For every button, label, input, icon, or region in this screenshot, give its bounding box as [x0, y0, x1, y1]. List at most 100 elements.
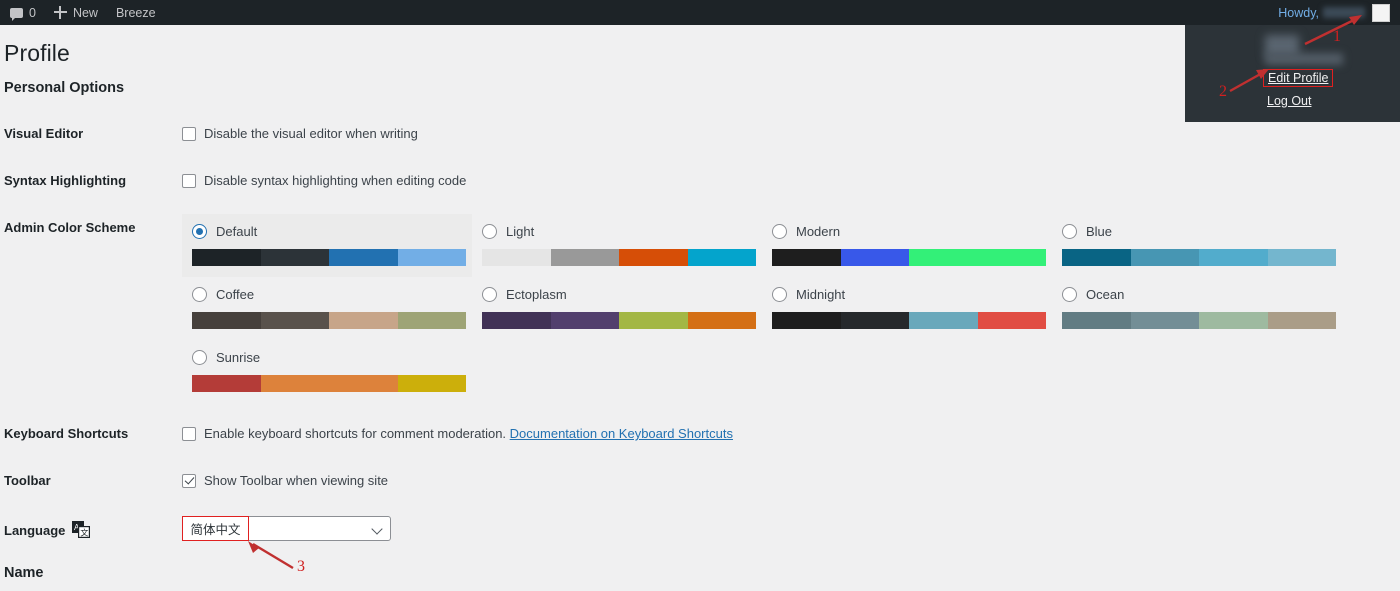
- swatch-color-3: [909, 312, 978, 329]
- color-scheme-swatch: [482, 312, 756, 329]
- color-scheme-swatch: [1062, 312, 1336, 329]
- color-scheme-head: Default: [192, 222, 462, 240]
- menu-username-redacted: [1265, 53, 1343, 65]
- swatch-color-1: [482, 312, 551, 329]
- checkbox-disable-visual-editor[interactable]: [182, 127, 196, 141]
- color-scheme-option-coffee[interactable]: Coffee: [182, 277, 472, 340]
- row-label-language: Language: [4, 522, 66, 538]
- keyboard-shortcuts-checkbox-row[interactable]: Enable keyboard shortcuts for comment mo…: [182, 426, 733, 441]
- row-label-admin-color-scheme: Admin Color Scheme: [4, 220, 136, 235]
- swatch-color-4: [1267, 312, 1336, 329]
- color-scheme-option-ocean[interactable]: Ocean: [1052, 277, 1342, 340]
- swatch-color-1: [772, 249, 841, 266]
- color-scheme-row: Default Light Modern Blue: [182, 214, 1342, 277]
- radio-midnight[interactable]: [772, 286, 787, 302]
- radio-sunrise[interactable]: [192, 349, 207, 365]
- swatch-color-2: [840, 312, 909, 329]
- swatch-color-4: [397, 312, 466, 329]
- language-selected-value-highlight[interactable]: 简体中文: [182, 516, 249, 541]
- color-scheme-option-blue[interactable]: Blue: [1052, 214, 1342, 277]
- toolbar-field: Show Toolbar when viewing site: [182, 473, 388, 488]
- swatch-color-4: [1267, 249, 1336, 266]
- menu-item-log-out[interactable]: Log Out: [1267, 94, 1311, 108]
- row-label-visual-editor: Visual Editor: [4, 126, 84, 141]
- keyboard-shortcuts-text: Enable keyboard shortcuts for comment mo…: [204, 426, 507, 441]
- adminbar-comments[interactable]: 0: [0, 0, 45, 25]
- color-scheme-option-sunrise[interactable]: Sunrise: [182, 340, 472, 403]
- toolbar-checkbox-row[interactable]: Show Toolbar when viewing site: [182, 473, 388, 488]
- radio-blue[interactable]: [1062, 223, 1077, 239]
- color-scheme-option-midnight[interactable]: Midnight: [762, 277, 1052, 340]
- radio-default[interactable]: [192, 223, 207, 239]
- color-scheme-name: Midnight: [796, 286, 846, 302]
- radio-coffee[interactable]: [192, 286, 207, 302]
- syntax-highlighting-checkbox-row[interactable]: Disable syntax highlighting when editing…: [182, 173, 466, 188]
- swatch-color-1: [192, 249, 261, 266]
- color-scheme-name: Sunrise: [216, 349, 261, 365]
- visual-editor-field: Disable the visual editor when writing: [182, 126, 418, 141]
- swatch-color-2: [840, 249, 909, 266]
- swatch-color-2: [260, 312, 329, 329]
- color-scheme-option-ectoplasm[interactable]: Ectoplasm: [472, 277, 762, 340]
- admin-bar: 0 New Breeze Howdy,: [0, 0, 1400, 25]
- swatch-color-2: [550, 312, 619, 329]
- swatch-color-1: [1062, 312, 1131, 329]
- swatch-color-3: [1199, 249, 1268, 266]
- row-label-language-wrap: Language A 文: [4, 521, 91, 539]
- keyboard-shortcuts-doc-link[interactable]: Documentation on Keyboard Shortcuts: [510, 426, 733, 441]
- name-heading: Name: [4, 565, 44, 581]
- color-scheme-option-modern[interactable]: Modern: [762, 214, 1052, 277]
- swatch-color-3: [329, 249, 398, 266]
- swatch-color-4: [687, 249, 756, 266]
- color-scheme-option-light[interactable]: Light: [472, 214, 762, 277]
- swatch-color-3: [909, 249, 978, 266]
- adminbar-new[interactable]: New: [45, 0, 107, 25]
- chevron-down-icon: [371, 523, 383, 535]
- swatch-color-2: [260, 249, 329, 266]
- checkbox-disable-syntax-highlighting[interactable]: [182, 174, 196, 188]
- swatch-color-4: [397, 249, 466, 266]
- visual-editor-checkbox-row[interactable]: Disable the visual editor when writing: [182, 126, 418, 141]
- radio-ectoplasm[interactable]: [482, 286, 497, 302]
- color-scheme-name: Coffee: [216, 286, 255, 302]
- adminbar-site-name[interactable]: Breeze: [107, 0, 165, 25]
- annotation-arrow-3: [248, 541, 294, 570]
- swatch-color-1: [482, 249, 551, 266]
- swatch-color-3: [619, 249, 688, 266]
- swatch-color-4: [397, 375, 466, 392]
- color-scheme-swatch: [192, 312, 466, 329]
- keyboard-shortcuts-checkbox-label: Enable keyboard shortcuts for comment mo…: [204, 426, 733, 441]
- admin-color-scheme-grid: Default Light Modern Blue Coffee Ectoplasm Mid…: [182, 214, 1342, 403]
- color-scheme-row: Coffee Ectoplasm Midnight Ocean: [182, 277, 1342, 340]
- personal-options-heading: Personal Options: [4, 80, 125, 96]
- annotation-arrow-2: [1229, 69, 1269, 93]
- color-scheme-head: Midnight: [772, 285, 1042, 303]
- color-scheme-head: Blue: [1062, 222, 1332, 240]
- plus-icon: [53, 6, 67, 19]
- row-label-keyboard-shortcuts: Keyboard Shortcuts: [4, 426, 129, 441]
- radio-ocean[interactable]: [1062, 286, 1077, 302]
- radio-light[interactable]: [482, 223, 497, 239]
- color-scheme-option-default[interactable]: Default: [182, 214, 472, 277]
- swatch-color-1: [192, 375, 261, 392]
- comment-bubble-icon: [10, 7, 23, 21]
- radio-modern[interactable]: [772, 223, 787, 239]
- language-selected-value: 简体中文: [190, 523, 241, 537]
- swatch-color-2: [1130, 312, 1199, 329]
- checkbox-show-toolbar[interactable]: [182, 474, 196, 488]
- swatch-color-1: [1062, 249, 1131, 266]
- color-scheme-head: Coffee: [192, 285, 462, 303]
- swatch-color-2: [550, 249, 619, 266]
- swatch-color-1: [772, 312, 841, 329]
- annotation-number-3: 3: [297, 558, 305, 575]
- translate-icon: A 文: [72, 521, 91, 538]
- adminbar-new-label: New: [72, 5, 98, 20]
- color-scheme-head: Ocean: [1062, 285, 1332, 303]
- page-title: Profile: [4, 40, 70, 66]
- checkbox-enable-keyboard-shortcuts[interactable]: [182, 427, 196, 441]
- color-scheme-name: Ocean: [1086, 286, 1125, 302]
- syntax-highlighting-field: Disable syntax highlighting when editing…: [182, 173, 466, 188]
- swatch-color-3: [1199, 312, 1268, 329]
- color-scheme-row: Sunrise: [182, 340, 1342, 403]
- row-label-toolbar: Toolbar: [4, 473, 51, 488]
